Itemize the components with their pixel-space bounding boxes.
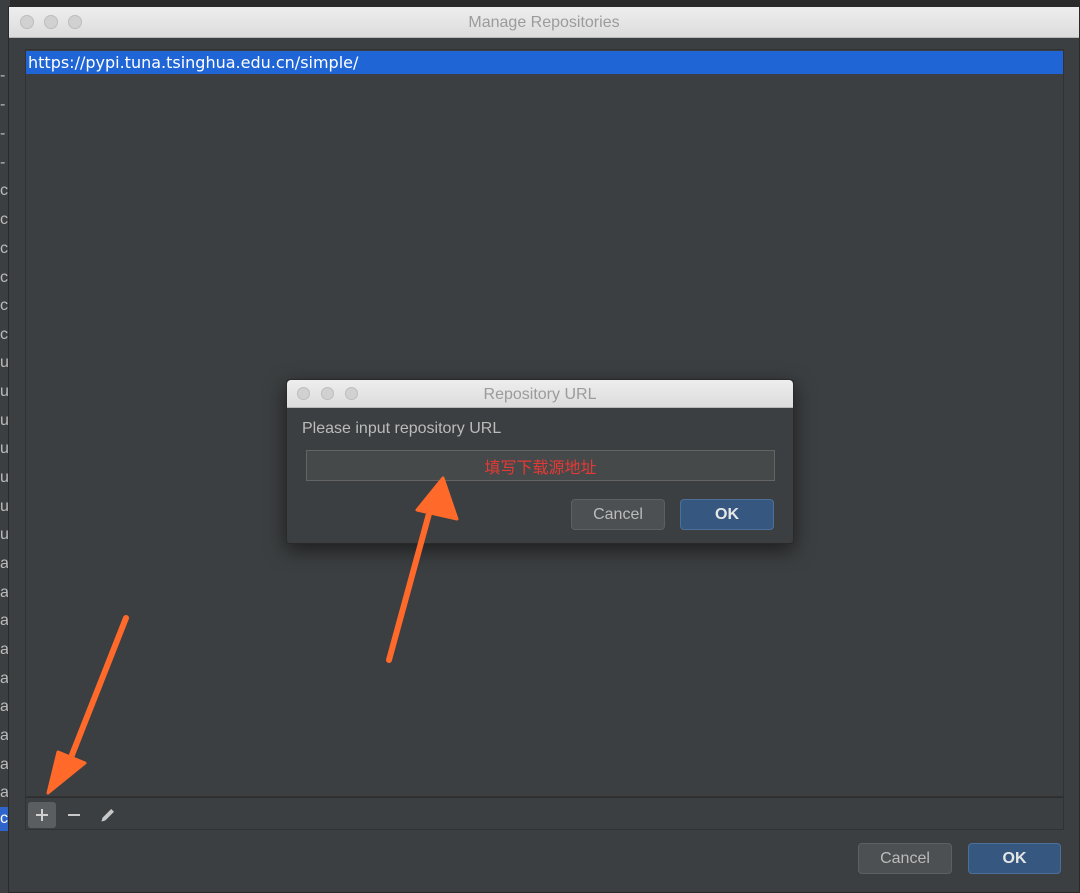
add-repository-button[interactable] — [28, 802, 56, 828]
screen: - - - - c c c c c c u u u u u u u ai ai … — [0, 0, 1080, 893]
plus-icon — [36, 809, 48, 821]
url-dialog-titlebar: Repository URL — [287, 380, 793, 408]
dialog-titlebar: Manage Repositories — [9, 7, 1079, 38]
minus-icon — [68, 814, 80, 816]
remove-repository-button[interactable] — [60, 802, 88, 828]
cancel-button[interactable]: Cancel — [858, 843, 952, 874]
url-dialog-title: Repository URL — [483, 386, 597, 403]
dialog-title: Manage Repositories — [468, 14, 620, 31]
repository-url-dialog: Repository URL Please input repository U… — [286, 379, 794, 544]
url-ok-button[interactable]: OK — [680, 499, 774, 530]
repository-list-toolbar — [25, 797, 1064, 830]
url-prompt-label: Please input repository URL — [302, 420, 502, 437]
repository-url-input[interactable] — [306, 450, 775, 481]
repository-row-selected[interactable]: https://pypi.tuna.tsinghua.edu.cn/simple… — [26, 51, 1063, 74]
ok-button[interactable]: OK — [968, 843, 1061, 874]
edit-repository-button[interactable] — [94, 802, 122, 828]
pencil-icon — [101, 809, 114, 822]
url-cancel-button[interactable]: Cancel — [571, 499, 665, 530]
